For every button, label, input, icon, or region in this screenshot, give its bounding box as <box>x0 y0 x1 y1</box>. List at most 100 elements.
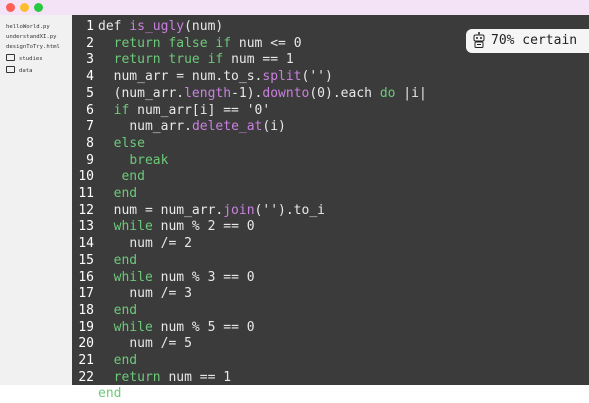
window-titlebar <box>0 0 589 15</box>
line-number: 16 <box>78 269 94 285</box>
code-line: 23 end <box>72 386 121 403</box>
code-token: length <box>184 85 232 101</box>
folder-item[interactable]: studies <box>6 54 43 62</box>
code-line: 17 num /= 3 <box>72 286 192 303</box>
code-token: num_arr. <box>129 119 192 135</box>
code-token: return <box>113 35 169 51</box>
code-token: num == 1 <box>231 52 294 68</box>
certainty-badge: 70% certain <box>466 29 589 53</box>
line-number: 8 <box>86 135 94 151</box>
code-line: 7 num_arr.delete_at(i) <box>72 119 286 136</box>
code-token: (num_arr. <box>113 85 185 101</box>
line-number: 2 <box>86 35 94 51</box>
line-number: 9 <box>86 152 94 168</box>
code-token: ('').to_i <box>254 202 325 218</box>
folder-label: studies <box>19 56 43 62</box>
code-token: true <box>168 52 208 68</box>
minimize-button[interactable] <box>20 3 29 12</box>
code-token: num % 3 == 0 <box>160 269 255 285</box>
code-line: 13 while num % 2 == 0 <box>72 219 254 236</box>
code-token: is_ugly <box>129 19 185 34</box>
line-number: 17 <box>78 286 94 302</box>
file-item[interactable]: designToTry.html <box>6 44 60 50</box>
file-sidebar: helloWorld.py understandXI.py designToTr… <box>0 15 72 385</box>
code-token: (i) <box>262 119 286 135</box>
code-token: num == 1 <box>168 369 232 385</box>
code-token: num % 5 == 0 <box>160 319 255 335</box>
code-token: end <box>113 186 138 201</box>
close-button[interactable] <box>6 3 15 12</box>
certainty-text: 70% certain <box>491 33 578 48</box>
code-token: while <box>113 319 161 335</box>
zoom-button[interactable] <box>34 3 43 12</box>
code-line: 15 end <box>72 253 137 270</box>
code-line: 4 num_arr = num.to_s.split('') <box>72 69 333 86</box>
code-editor[interactable]: 1 def is_ugly(num) 2 return false if num <… <box>72 15 589 401</box>
line-number: 15 <box>78 252 94 268</box>
code-line: 14 num /= 2 <box>72 236 192 253</box>
code-line: 22 return num == 1 <box>72 370 231 387</box>
code-token: (num) <box>184 19 224 34</box>
code-token: end <box>121 169 145 185</box>
code-token: num = num_arr. <box>113 202 224 218</box>
code-token: if <box>207 52 232 68</box>
code-token: num /= 5 <box>129 336 192 352</box>
code-token: end <box>113 252 138 268</box>
code-token: num_arr[i] == '0' <box>137 102 271 118</box>
code-line: 11 end <box>72 186 137 203</box>
line-number: 22 <box>78 369 94 385</box>
code-line: 2 return false if num <= 0 <box>72 35 302 53</box>
code-token: while <box>113 219 161 235</box>
code-token: false <box>168 35 216 51</box>
code-token: (0).each <box>309 85 380 101</box>
line-number: 4 <box>86 69 94 85</box>
line-number: 3 <box>86 52 94 68</box>
line-number: 21 <box>78 353 94 368</box>
line-number: 11 <box>78 186 94 201</box>
code-token: return <box>113 369 169 385</box>
code-token: num <= 0 <box>238 35 302 51</box>
folder-item[interactable]: data <box>6 66 32 74</box>
code-token: if <box>113 102 138 118</box>
line-number: 13 <box>78 219 94 235</box>
code-line: 8 else <box>72 136 145 153</box>
line-number: 1 <box>86 19 94 34</box>
code-token: end <box>113 302 138 318</box>
robot-icon <box>473 31 485 48</box>
folder-icon <box>6 54 15 61</box>
file-item[interactable]: helloWorld.py <box>6 24 50 30</box>
code-token: return <box>113 52 169 68</box>
code-line: 5 (num_arr.length-1).downto(0).each do |… <box>72 86 427 103</box>
line-number: 10 <box>78 169 94 185</box>
code-line: 20 num /= 5 <box>72 336 192 353</box>
code-token: delete_at <box>191 119 263 135</box>
line-number: 7 <box>86 119 94 135</box>
line-number: 19 <box>78 319 94 335</box>
file-item[interactable]: understandXI.py <box>6 34 57 40</box>
code-token: end <box>98 386 122 402</box>
code-token: num_arr = num.to_s. <box>113 69 263 85</box>
code-token: else <box>113 135 145 151</box>
line-number: 5 <box>86 85 94 101</box>
code-line: 21 end <box>72 353 137 370</box>
code-token: downto <box>262 85 310 101</box>
code-token: end <box>113 353 138 368</box>
line-number: 18 <box>78 302 94 318</box>
